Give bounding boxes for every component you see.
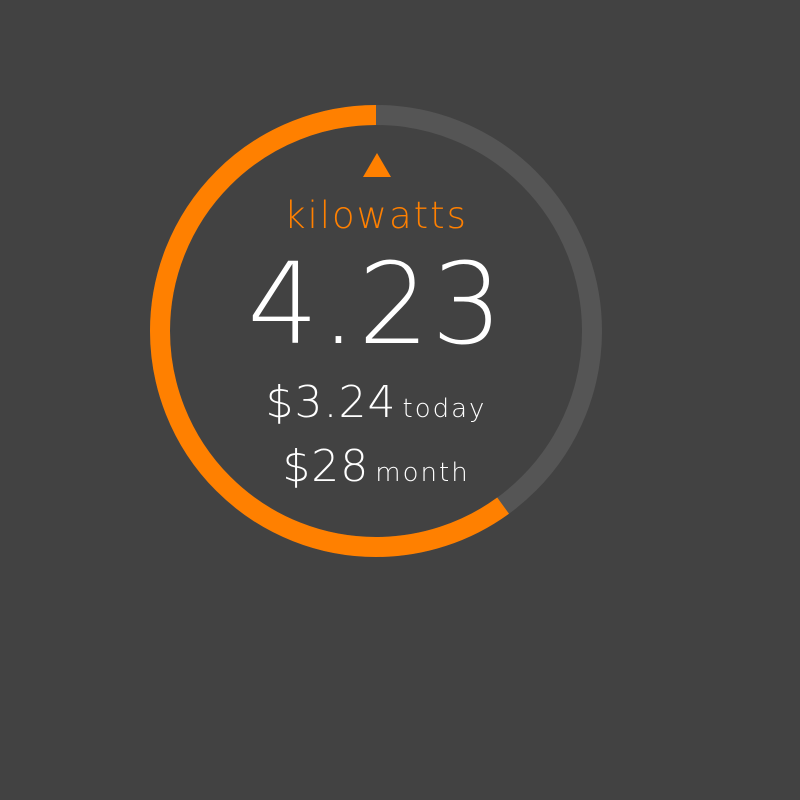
power-reading-value: 4.23	[247, 240, 505, 370]
cost-month-label: month	[375, 458, 470, 488]
unit-label: kilowatts	[284, 194, 468, 237]
cost-today-row: $3.24 today	[150, 377, 602, 428]
cost-today-amount: $3.24	[265, 377, 397, 428]
cost-month-amount: $28	[282, 441, 370, 492]
cost-month-row: $28 month	[150, 441, 602, 492]
triangle-up-icon	[363, 153, 391, 177]
cost-today-label: today	[402, 394, 487, 424]
gauge-readout: kilowatts 4.23 $3.24 today $28 month	[150, 105, 602, 557]
energy-gauge-widget: kilowatts 4.23 $3.24 today $28 month	[0, 0, 800, 800]
